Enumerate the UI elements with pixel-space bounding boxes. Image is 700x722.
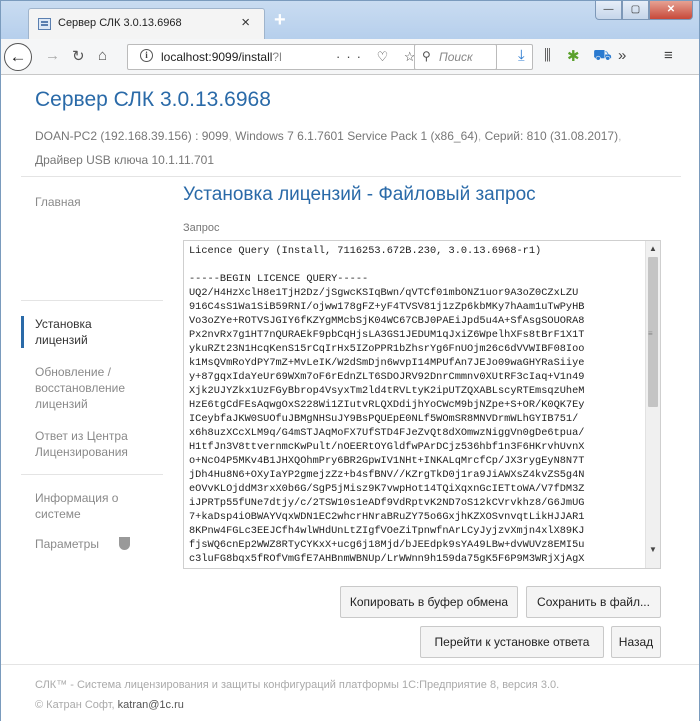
page-content: Сервер СЛК 3.0.13.6968 DOAN-PC2 (192.168… xyxy=(1,76,699,722)
serial-info: Серий: 810 (31.08.2017) xyxy=(484,129,619,143)
minimize-button[interactable]: — xyxy=(595,1,622,20)
save-button[interactable]: Сохранить в файл... xyxy=(526,586,661,618)
browser-tab[interactable]: Сервер СЛК 3.0.13.6968 × xyxy=(28,8,265,39)
scroll-down-icon[interactable]: ▼ xyxy=(649,545,657,554)
footer-divider xyxy=(1,664,699,665)
overflow-icon[interactable]: » xyxy=(618,47,626,64)
new-tab-icon[interactable]: + xyxy=(274,9,286,32)
grip-icon: ≡ xyxy=(648,329,653,338)
title-bar: Сервер СЛК 3.0.13.6968 × + — ▢ ✕ xyxy=(1,1,699,39)
download-icon[interactable]: ⤓ xyxy=(518,47,525,64)
goto-response-button[interactable]: Перейти к установке ответа xyxy=(420,626,604,658)
search-field[interactable]: ⚲ Поиск xyxy=(414,44,497,70)
window-buttons: — ▢ ✕ xyxy=(595,1,693,20)
sidebar-item-response[interactable]: Ответ из Центра Лицензирования xyxy=(21,428,161,460)
search-icon: ⚲ xyxy=(422,49,431,63)
menu-icon[interactable]: ≡ xyxy=(664,47,673,64)
addon-icon[interactable]: ✱ xyxy=(567,47,580,65)
section-title: Установка лицензий - Файловый запрос xyxy=(183,184,536,205)
query-text[interactable]: Licence Query (Install, 7116253.672B.230… xyxy=(189,244,644,566)
home-icon[interactable]: ⌂ xyxy=(98,47,107,64)
browser-toolbar: ← → ↻ ⌂ i localhost:9099/install?l ··· ♡… xyxy=(1,39,699,75)
page-actions-icon[interactable]: ··· ♡ ☆ xyxy=(336,49,422,65)
sidebar-item-home[interactable]: Главная xyxy=(21,194,161,210)
cart-icon[interactable]: ⛟ xyxy=(593,47,612,66)
page-favicon-icon xyxy=(38,18,51,30)
maximize-button[interactable]: ▢ xyxy=(622,1,649,20)
footer-copyright: © Катран Софт, xyxy=(35,699,115,711)
forward-icon[interactable]: → xyxy=(45,47,60,64)
page-title: Сервер СЛК 3.0.13.6968 xyxy=(35,88,271,111)
library-icon[interactable]: ⫼ xyxy=(544,47,551,64)
close-tab-icon[interactable]: × xyxy=(241,14,250,31)
copy-button[interactable]: Копировать в буфер обмена xyxy=(340,586,518,618)
host-info: DOAN-PC2 (192.168.39.156) : 9099 xyxy=(35,129,229,143)
scroll-up-icon[interactable]: ▲ xyxy=(649,244,657,253)
query-label: Запрос xyxy=(183,222,220,234)
close-window-button[interactable]: ✕ xyxy=(649,1,693,20)
query-scrollbar[interactable]: ▲ ≡ ▼ xyxy=(645,241,660,568)
back-button[interactable]: Назад xyxy=(611,626,661,658)
sidebar-item-info[interactable]: Информация о системе xyxy=(21,490,161,522)
server-info: DOAN-PC2 (192.168.39.156) : 9099, Window… xyxy=(35,129,622,167)
tab-title: Сервер СЛК 3.0.13.6968 xyxy=(58,17,182,29)
query-textarea[interactable]: Licence Query (Install, 7116253.672B.230… xyxy=(183,240,661,569)
reload-icon[interactable]: ↻ xyxy=(72,47,85,65)
browser-window: Сервер СЛК 3.0.13.6968 × + — ▢ ✕ ← → ↻ ⌂… xyxy=(0,0,700,722)
driver-info: Драйвер USB ключа 10.1.11.701 xyxy=(35,153,214,167)
footer: СЛК™ - Система лицензирования и защиты к… xyxy=(35,675,559,715)
shield-icon xyxy=(118,537,130,550)
url-text[interactable]: localhost:9099/install?l xyxy=(161,50,282,64)
sidebar-item-params[interactable]: Параметры xyxy=(21,536,161,552)
os-info: Windows 7 6.1.7601 Service Pack 1 (x86_6… xyxy=(235,129,478,143)
footer-email-link[interactable]: katran@1c.ru xyxy=(118,699,184,711)
footer-description: СЛК™ - Система лицензирования и защиты к… xyxy=(35,679,560,691)
header-divider xyxy=(21,176,681,177)
back-icon[interactable]: ← xyxy=(4,43,32,71)
info-icon[interactable]: i xyxy=(140,49,153,62)
sidebar-item-install[interactable]: Установка лицензий xyxy=(21,316,161,348)
search-placeholder: Поиск xyxy=(439,50,473,64)
sidebar-item-update[interactable]: Обновление / восстановление лицензий xyxy=(21,364,161,412)
